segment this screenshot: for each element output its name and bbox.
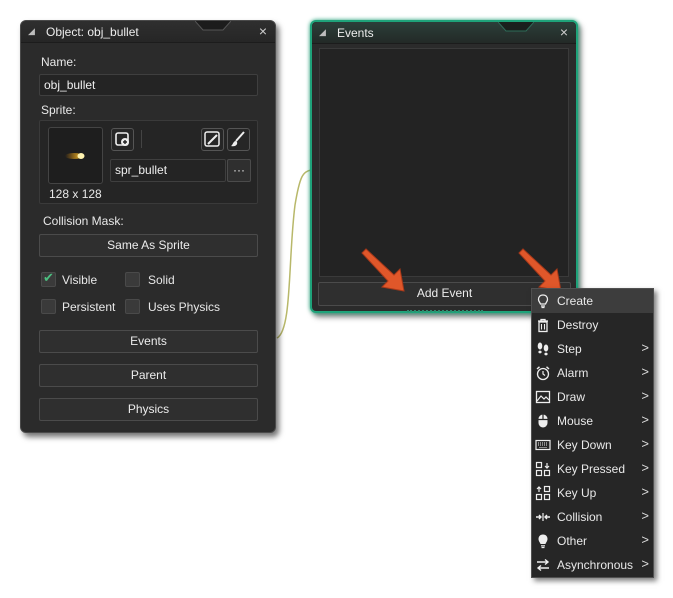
menu-item-key-down[interactable]: Key Down > [532,433,653,457]
persistent-label: Persistent [62,300,116,314]
menu-item-label: Key Pressed [557,462,626,476]
visible-checkbox[interactable]: ✔ [41,270,56,287]
keyboard-icon [535,439,551,451]
events-button[interactable]: Events [39,330,258,353]
menu-item-destroy[interactable]: Destroy [532,313,653,337]
physics-button[interactable]: Physics [39,398,258,421]
new-sprite-button[interactable] [111,128,134,151]
trash-icon [538,318,548,333]
menu-item-mouse[interactable]: Mouse > [532,409,653,433]
submenu-chevron-icon: > [641,412,649,427]
collision-mask-label: Collision Mask: [43,214,124,228]
key-pressed-icon [535,461,551,477]
titlebar-notch-decoration [195,21,231,31]
close-icon[interactable]: × [560,24,568,40]
lightbulb-outline-icon [537,294,549,309]
sprite-label: Sprite: [41,103,76,117]
events-panel-title: Events [337,26,374,40]
submenu-chevron-icon: > [641,508,649,523]
collapse-triangle-icon[interactable]: ◢ [319,27,326,38]
menu-item-label: Mouse [557,414,594,428]
menu-item-label: Key Down [557,438,612,452]
titlebar-notch-decoration [498,22,534,32]
visible-label: Visible [62,273,98,287]
collision-mask-button[interactable]: Same As Sprite [39,234,258,257]
lightbulb-filled-icon [538,534,548,549]
close-icon[interactable]: × [259,23,267,39]
alarm-clock-icon [536,366,550,381]
sprite-preview[interactable] [48,127,103,184]
events-panel-titlebar[interactable]: ◢ Events × [312,22,576,44]
icon-separator [141,130,142,148]
menu-item-label: Step [557,342,582,356]
pointer-arrow-icon [361,248,405,292]
mouse-icon [538,414,548,428]
solid-label: Solid [148,273,175,287]
submenu-chevron-icon: > [641,364,649,379]
menu-item-key-up[interactable]: Key Up > [532,481,653,505]
menu-item-key-pressed[interactable]: Key Pressed > [532,457,653,481]
menu-item-label: Asynchronous [557,558,634,572]
submenu-chevron-icon: > [641,460,649,475]
menu-item-label: Collision [557,510,603,524]
submenu-chevron-icon: > [641,388,649,403]
uses-physics-checkbox[interactable] [125,299,140,314]
sprite-dimensions: 128 x 128 [49,187,102,201]
name-label: Name: [41,55,77,69]
sprite-more-button[interactable]: ··· [227,159,251,182]
events-list[interactable] [319,48,569,277]
sprite-box: 128 x 128 spr_bullet ··· [39,120,258,204]
submenu-chevron-icon: > [641,484,649,499]
solid-checkbox[interactable] [125,272,140,287]
key-up-icon [535,485,551,501]
menu-item-draw[interactable]: Draw > [532,385,653,409]
menu-item-label: Draw [557,390,586,404]
new-sprite-icon [115,132,129,146]
edit-sprite-button[interactable] [201,128,224,151]
object-panel-title: Object: obj_bullet [46,25,139,39]
object-panel-titlebar[interactable]: ◢ Object: obj_bullet × [21,21,275,43]
object-panel: ◢ Object: obj_bullet × Name: obj_bullet … [20,20,276,433]
bullet-sprite-image [65,153,85,159]
footsteps-icon [537,342,549,356]
image-icon [535,390,551,404]
uses-physics-label: Uses Physics [148,300,221,314]
swap-arrows-icon [536,558,550,572]
menu-item-step[interactable]: Step > [532,337,653,361]
menu-item-collision[interactable]: Collision > [532,505,653,529]
name-input[interactable]: obj_bullet [39,74,258,96]
add-event-menu: Create Destroy Step > Alarm > Draw > Mou… [531,288,654,578]
persistent-checkbox[interactable] [41,299,56,314]
menu-item-label: Alarm [557,366,589,380]
submenu-chevron-icon: > [641,340,649,355]
menu-item-other[interactable]: Other > [532,529,653,553]
menu-item-label: Other [557,534,588,548]
brush-icon [231,131,245,147]
menu-item-label: Create [557,294,594,308]
edit-image-icon [204,131,220,147]
submenu-chevron-icon: > [641,532,649,547]
collision-arrows-icon [536,513,550,521]
resize-grip[interactable] [407,310,483,313]
menu-item-label: Key Up [557,486,597,500]
brush-button[interactable] [227,128,250,151]
collapse-triangle-icon[interactable]: ◢ [28,26,35,37]
menu-item-alarm[interactable]: Alarm > [532,361,653,385]
parent-button[interactable]: Parent [39,364,258,387]
checkmark-icon: ✔ [43,270,54,285]
menu-item-create[interactable]: Create [532,289,653,313]
submenu-chevron-icon: > [641,436,649,451]
menu-item-label: Destroy [557,318,599,332]
menu-item-asynchronous[interactable]: Asynchronous > [532,553,653,577]
sprite-select[interactable]: spr_bullet [110,159,226,182]
submenu-chevron-icon: > [641,556,649,571]
